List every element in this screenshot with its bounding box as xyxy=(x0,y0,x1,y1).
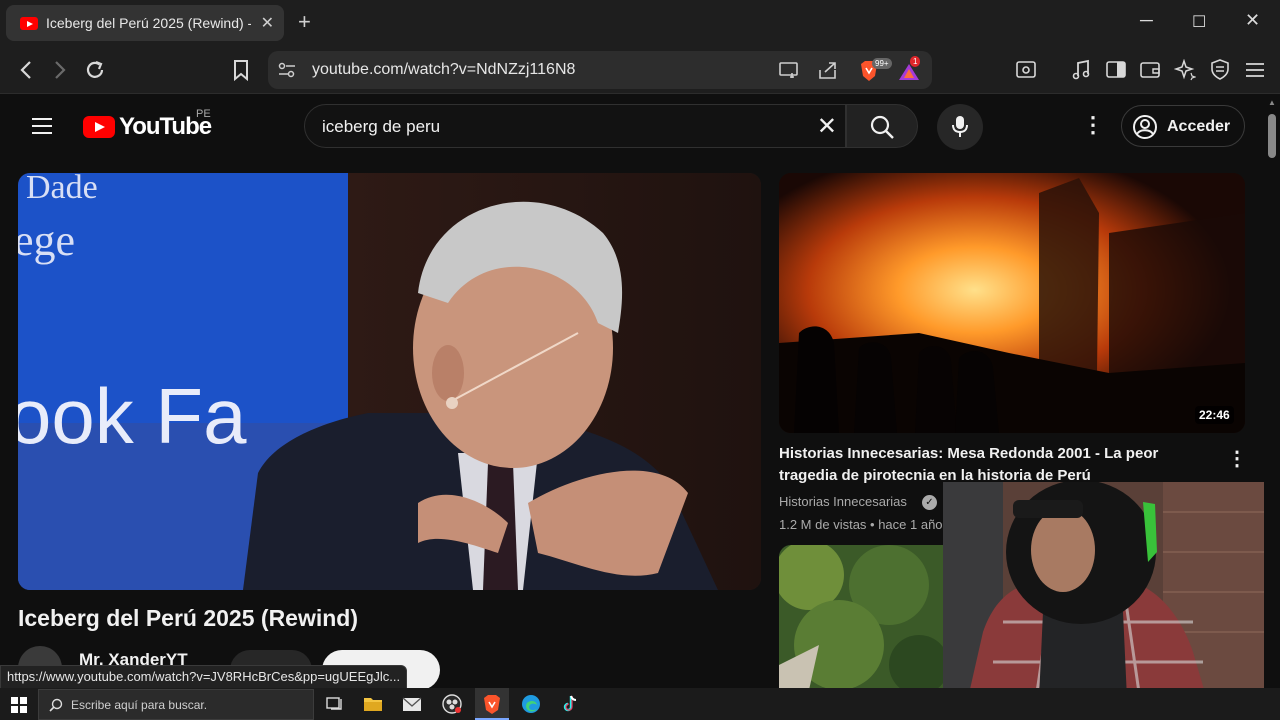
file-explorer-icon[interactable] xyxy=(362,693,384,715)
sidebar-toggle-icon[interactable] xyxy=(1105,60,1127,80)
maximize-window-icon[interactable]: ☐ xyxy=(1192,12,1206,32)
wallet-icon[interactable] xyxy=(1139,60,1161,80)
foliage-image xyxy=(779,545,945,690)
reload-icon[interactable] xyxy=(84,59,106,81)
brave-badge: 99+ xyxy=(872,58,892,69)
browser-tab-bar: Iceberg del Perú 2025 (Rewind) - YouTube… xyxy=(0,0,1280,46)
media-playlist-icon[interactable] xyxy=(1071,59,1091,81)
task-view-icon[interactable] xyxy=(324,693,346,715)
back-icon[interactable] xyxy=(16,59,36,81)
browser-tab[interactable]: Iceberg del Perú 2025 (Rewind) - YouTube… xyxy=(6,5,284,41)
verified-icon: ✓ xyxy=(922,495,937,510)
taskbar-search-placeholder: Escribe aquí para buscar. xyxy=(71,698,208,712)
browser-toolbar: youtube.com/watch?v=NdNZzj116N8 99+ 1 xyxy=(0,46,1280,94)
taskbar-search-icon xyxy=(49,698,63,712)
minimize-window-icon[interactable]: ─ xyxy=(1140,10,1153,31)
tiktok-icon[interactable] xyxy=(559,693,581,715)
share-icon[interactable] xyxy=(817,60,839,80)
svg-text:ege: ege xyxy=(18,216,75,265)
settings-more-icon[interactable]: ⋮ xyxy=(1082,112,1104,138)
link-preview-status: https://www.youtube.com/watch?v=JV8RHcBr… xyxy=(0,665,408,689)
video-frame-image: Dade ege ook Fa xyxy=(18,173,761,590)
search-icon xyxy=(870,115,894,139)
new-tab-icon[interactable]: + xyxy=(298,9,311,35)
mail-icon[interactable] xyxy=(401,693,423,715)
leo-ai-icon[interactable] xyxy=(1174,59,1196,81)
cast-icon[interactable] xyxy=(778,61,800,79)
svg-text:Dade: Dade xyxy=(26,173,98,206)
search-button[interactable] xyxy=(846,104,918,148)
webcam-overlay xyxy=(943,482,1280,720)
youtube-favicon-icon xyxy=(20,17,38,30)
tab-title: Iceberg del Perú 2025 (Rewind) - YouTube xyxy=(46,15,251,31)
search-query: iceberg de peru xyxy=(322,117,441,136)
voice-search-button[interactable] xyxy=(937,104,983,150)
scroll-up-icon[interactable]: ▲ xyxy=(1268,98,1276,107)
close-window-icon[interactable]: ✕ xyxy=(1245,10,1260,31)
url-text: youtube.com/watch?v=NdNZzj116N8 xyxy=(312,61,576,78)
video-player[interactable]: Dade ege ook Fa xyxy=(18,173,761,590)
sign-in-label: Acceder xyxy=(1167,118,1231,135)
fire-scene-image xyxy=(779,173,1245,433)
address-bar[interactable]: youtube.com/watch?v=NdNZzj116N8 99+ 1 xyxy=(268,51,932,89)
svg-text:ook Fa: ook Fa xyxy=(18,372,247,460)
recommendation-title[interactable]: Historias Innecesarias: Mesa Redonda 200… xyxy=(779,443,1199,487)
brave-browser-icon xyxy=(484,695,500,714)
site-settings-icon[interactable] xyxy=(278,62,296,78)
recommendation-thumbnail-2[interactable] xyxy=(779,545,945,690)
windows-taskbar: Escribe aquí para buscar. xyxy=(0,688,1280,720)
video-title: Iceberg del Perú 2025 (Rewind) xyxy=(18,605,359,631)
country-code: PE xyxy=(196,108,211,120)
taskbar-brave-active[interactable] xyxy=(475,688,509,720)
search-input[interactable]: iceberg de peru ✕ xyxy=(304,104,846,148)
vpn-shield-icon[interactable] xyxy=(1209,58,1231,82)
taskbar-search-input[interactable]: Escribe aquí para buscar. xyxy=(38,689,314,720)
clear-search-icon[interactable]: ✕ xyxy=(817,112,837,141)
recommendation-channel[interactable]: Historias Innecesarias xyxy=(779,494,907,509)
close-tab-icon[interactable]: ✕ xyxy=(261,13,274,33)
obs-studio-icon[interactable] xyxy=(441,693,463,715)
recommendation-meta: 1.2 M de vistas • hace 1 año xyxy=(779,517,943,532)
account-icon xyxy=(1133,115,1157,139)
webcam-person-image xyxy=(943,482,1280,720)
recommendation-thumbnail[interactable] xyxy=(779,173,1245,433)
sign-in-button[interactable]: Acceder xyxy=(1121,105,1245,147)
more-actions-icon[interactable]: ⋮ xyxy=(1227,446,1247,471)
forward-icon[interactable] xyxy=(50,59,70,81)
scrollbar-thumb[interactable] xyxy=(1268,114,1276,158)
browser-menu-icon[interactable] xyxy=(1244,61,1266,79)
windows-start-icon[interactable] xyxy=(11,697,27,713)
youtube-logo-icon[interactable] xyxy=(83,116,115,138)
video-duration: 22:46 xyxy=(1195,406,1234,424)
page-scrollbar[interactable]: ▲ xyxy=(1264,94,1280,688)
microphone-icon xyxy=(952,116,968,137)
youtube-header: YouTube PE iceberg de peru ✕ ⋮ Acceder xyxy=(0,94,1264,158)
guide-menu-icon[interactable] xyxy=(30,116,54,136)
reader-mode-icon[interactable] xyxy=(1015,60,1037,80)
edge-browser-icon[interactable] xyxy=(520,693,542,715)
bookmark-icon[interactable] xyxy=(232,59,250,81)
